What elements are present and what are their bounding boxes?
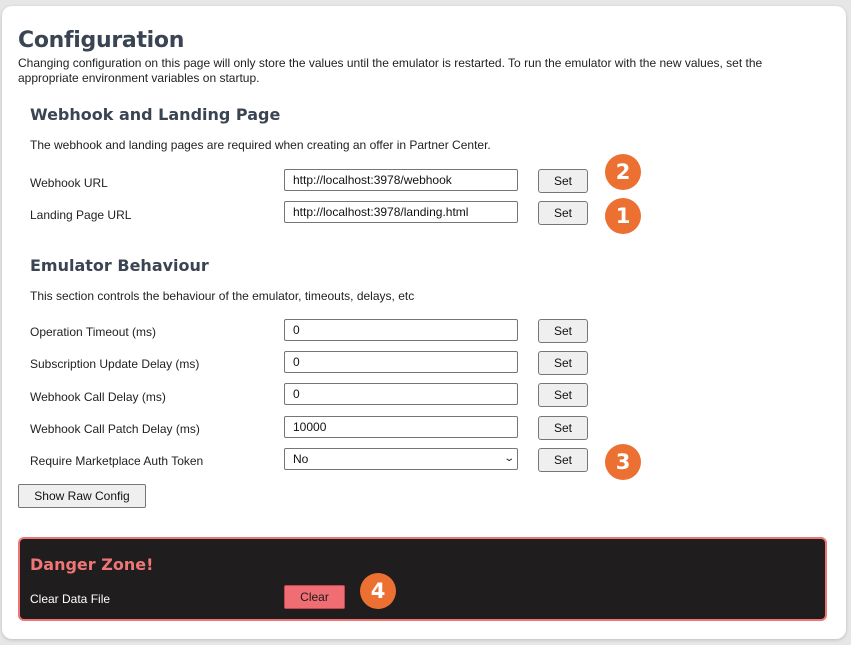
- set-operation-timeout-button[interactable]: Set: [538, 319, 588, 343]
- set-webhook-call-delay-button[interactable]: Set: [538, 383, 588, 407]
- webhook-url-input[interactable]: http://localhost:3978/webhook: [284, 169, 518, 191]
- webhook-call-patch-delay-label: Webhook Call Patch Delay (ms): [30, 422, 200, 436]
- clear-data-file-button[interactable]: Clear: [284, 585, 345, 609]
- operation-timeout-input[interactable]: 0: [284, 319, 518, 341]
- subscription-update-delay-input[interactable]: 0: [284, 351, 518, 373]
- webhook-section-description: The webhook and landing pages are requir…: [30, 138, 491, 152]
- callout-badge-3: 3: [605, 444, 641, 480]
- webhook-call-delay-label: Webhook Call Delay (ms): [30, 390, 166, 404]
- webhook-call-patch-delay-input[interactable]: 10000: [284, 416, 518, 438]
- require-auth-token-selected-value: No: [293, 452, 309, 466]
- show-raw-config-button[interactable]: Show Raw Config: [18, 484, 146, 508]
- callout-badge-2: 2: [605, 154, 641, 190]
- operation-timeout-label: Operation Timeout (ms): [30, 325, 157, 339]
- page-intro: Changing configuration on this page will…: [18, 56, 763, 85]
- set-landing-page-url-button[interactable]: Set: [538, 201, 588, 225]
- webhook-call-delay-input[interactable]: 0: [284, 383, 518, 405]
- page-title: Configuration: [18, 28, 185, 53]
- webhook-section-title: Webhook and Landing Page: [30, 105, 281, 124]
- callout-badge-1: 1: [605, 198, 641, 234]
- danger-zone-panel: Danger Zone! Clear Data File Clear: [18, 537, 827, 621]
- set-webhook-url-button[interactable]: Set: [538, 169, 588, 193]
- emulator-section-description: This section controls the behaviour of t…: [30, 289, 415, 303]
- set-require-auth-token-button[interactable]: Set: [538, 448, 588, 472]
- set-webhook-call-patch-delay-button[interactable]: Set: [538, 416, 588, 440]
- callout-badge-4: 4: [360, 573, 396, 609]
- emulator-section-title: Emulator Behaviour: [30, 256, 209, 275]
- subscription-update-delay-label: Subscription Update Delay (ms): [30, 357, 200, 371]
- clear-data-file-label: Clear Data File: [30, 592, 111, 606]
- require-auth-token-label: Require Marketplace Auth Token: [30, 454, 204, 468]
- landing-page-url-label: Landing Page URL: [30, 208, 132, 222]
- landing-page-url-input[interactable]: http://localhost:3978/landing.html: [284, 201, 518, 223]
- require-auth-token-select[interactable]: No ⌄: [284, 448, 518, 470]
- webhook-url-label: Webhook URL: [30, 176, 108, 190]
- danger-zone-title: Danger Zone!: [30, 555, 154, 574]
- chevron-down-icon: ⌄: [502, 453, 515, 464]
- set-subscription-update-delay-button[interactable]: Set: [538, 351, 588, 375]
